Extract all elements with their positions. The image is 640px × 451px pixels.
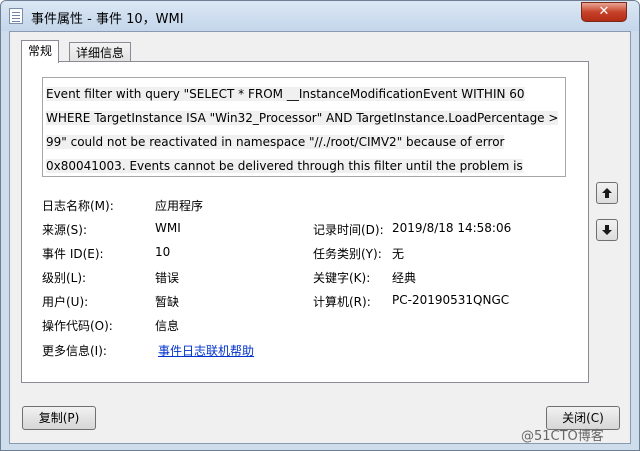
general-tab-panel: Event filter with query "SELECT * FROM _… bbox=[21, 61, 589, 383]
event-properties-window: 事件属性 - 事件 10，WMI ✕ 常规 详细信息 Event filter … bbox=[0, 0, 640, 451]
level-label: 级别(L): bbox=[42, 271, 87, 285]
logged-label: 记录时间(D): bbox=[313, 223, 384, 237]
source-value: WMI bbox=[155, 221, 181, 235]
tab-general[interactable]: 常规 bbox=[21, 40, 60, 63]
logged-value: 2019/8/18 14:58:06 bbox=[392, 221, 512, 235]
user-value: 暂缺 bbox=[155, 295, 180, 309]
window-close-button[interactable]: ✕ bbox=[581, 2, 627, 22]
event-id-label: 事件 ID(E): bbox=[42, 247, 104, 261]
keywords-label: 关键字(K): bbox=[313, 271, 371, 285]
computer-value: PC-20190531QNGC bbox=[392, 293, 510, 307]
event-id-value: 10 bbox=[155, 245, 171, 259]
next-event-button[interactable] bbox=[596, 219, 618, 241]
task-category-value: 无 bbox=[392, 247, 405, 261]
keywords-value: 经典 bbox=[392, 271, 417, 285]
event-log-online-help-link[interactable]: 事件日志联机帮助 bbox=[158, 342, 254, 359]
opcode-label: 操作代码(O): bbox=[42, 319, 113, 333]
previous-event-button[interactable] bbox=[596, 182, 618, 204]
task-category-label: 任务类别(Y): bbox=[313, 247, 382, 261]
arrow-down-icon bbox=[602, 225, 612, 235]
copy-button[interactable]: 复制(P) bbox=[22, 406, 96, 430]
event-description-text: Event filter with query "SELECT * FROM _… bbox=[46, 87, 559, 176]
window-title: 事件属性 - 事件 10，WMI bbox=[31, 12, 184, 27]
event-properties-icon bbox=[9, 8, 23, 24]
title-bar[interactable]: 事件属性 - 事件 10，WMI ✕ bbox=[1, 1, 639, 31]
level-value: 错误 bbox=[155, 271, 180, 285]
source-label: 来源(S): bbox=[42, 223, 88, 237]
computer-label: 计算机(R): bbox=[313, 295, 371, 309]
tab-details[interactable]: 详细信息 bbox=[69, 42, 132, 63]
dialog-client-area: 常规 详细信息 Event filter with query "SELECT … bbox=[9, 31, 631, 444]
opcode-value: 信息 bbox=[155, 319, 180, 333]
user-label: 用户(U): bbox=[42, 295, 89, 309]
site-watermark: @51CTO博客 bbox=[521, 429, 604, 444]
log-name-label: 日志名称(M): bbox=[42, 199, 114, 213]
arrow-up-icon bbox=[602, 188, 612, 198]
log-name-value: 应用程序 bbox=[155, 199, 204, 213]
more-info-label: 更多信息(I): bbox=[42, 344, 107, 358]
event-description-box[interactable]: Event filter with query "SELECT * FROM _… bbox=[42, 77, 566, 177]
